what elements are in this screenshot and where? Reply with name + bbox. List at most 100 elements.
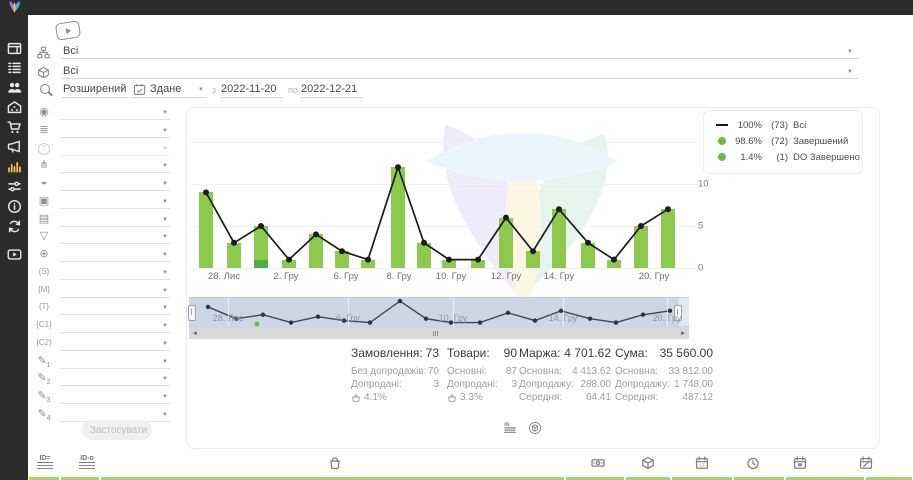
stat-subrow: Допродані:3 [351,378,439,391]
filter-product-select[interactable]: ▼ [60,193,170,209]
legend-dot-icon [718,153,726,161]
bar-completed [417,243,431,268]
stat-col-sum: Сума:35 560.00Основна:33 812.00Допродажу… [615,346,713,404]
filter-utm-c2-select[interactable]: ▼ [60,335,170,351]
bar-do-completed [254,260,268,268]
order-status-select-line[interactable] [62,43,858,59]
x-axis-tick: 20. Гру [639,271,669,282]
info-icon [7,199,22,214]
scroll-right-icon[interactable]: ▸ [677,328,689,339]
bar-completed [499,218,513,268]
column-underline [626,477,670,480]
chevron-down-icon: ▼ [162,163,168,169]
filter-custom-2-icon: ✎2 [36,371,52,386]
video-tutorial-icon[interactable] [55,20,81,41]
analytics-icon [7,159,22,174]
column-underline [734,477,784,480]
legend-item[interactable]: 1.4%(1)DO Завершено [714,151,860,163]
nav-orders[interactable] [7,60,22,75]
chevron-down-icon: ▼ [162,376,168,382]
legend-item[interactable]: 100%(73)Всі [714,119,806,131]
stat-col-margin: Маржа:4 701.62Основна:4 413.62Допродажу:… [519,346,611,404]
nav-automation[interactable] [7,179,22,194]
filter-utm-term-select[interactable]: ▼ [60,299,170,315]
chevron-down-icon: ▼ [162,181,168,187]
nav-marketing[interactable] [7,139,22,154]
filter-source: ◉▼ [30,104,178,121]
play-icon [66,27,72,34]
filter-custom-1-select[interactable]: ▼ [60,353,170,369]
nav-info[interactable] [7,199,22,214]
col-id-order[interactable]: ID-o [79,455,95,469]
navigator-tick: 6. Гру [336,313,360,323]
orders-list-icon [7,60,22,75]
stat-col-products: Товари:90Основні:87Допродані:33.3% [447,346,517,404]
scrollbar-grip[interactable] [433,331,438,336]
filter-status: ≣▼ [30,122,178,139]
apply-button[interactable]: Застосувати [82,420,152,440]
warehouse-icon [7,100,22,115]
filter-custom-2-select[interactable]: ▼ [60,370,170,386]
bar-completed [335,251,349,268]
x-axis-tick: 8. Гру [386,271,411,282]
filter-utm-c1-select[interactable]: ▼ [60,317,170,333]
orders-report-toggle[interactable] [503,421,517,435]
filter-payment-select[interactable]: ▼ [60,211,170,227]
navigator-scrollbar[interactable]: ◂ ▸ [189,328,689,339]
chevron-down-icon: ▼ [162,234,168,240]
filter-custom-3: ✎3▼ [30,388,178,405]
chevron-down-icon[interactable]: ▼ [847,69,853,75]
nav-warehouse[interactable] [7,100,22,115]
col-date-packed[interactable] [793,456,807,470]
filter-custom-3-select[interactable]: ▼ [60,388,170,404]
col-payment[interactable] [591,456,605,470]
filter-payment-icon: ▤ [36,212,52,225]
products-report-toggle[interactable] [528,421,542,435]
nav-shop[interactable] [7,120,22,135]
clients-icon [7,80,22,95]
chevron-down-icon[interactable]: ▼ [847,49,853,55]
col-delivery[interactable] [641,456,655,470]
filter-status-select[interactable]: ▼ [60,122,170,138]
filter-status-icon: ≣ [36,123,52,136]
col-id[interactable]: ID= [37,455,53,469]
col-date-created[interactable]: 17 [695,456,709,470]
filter-utm-c1: {C1}▼ [30,317,178,334]
scroll-left-icon[interactable]: ◂ [189,328,201,339]
filter-utm-source-select[interactable]: ▼ [60,264,170,280]
nav-dashboard[interactable] [7,41,22,56]
column-underline [786,477,864,480]
app-logo-icon[interactable] [7,0,22,15]
navigator-left-handle[interactable] [188,305,196,321]
basket-icon [351,393,361,403]
filter-utm-medium-select[interactable]: ▼ [60,282,170,298]
legend-item[interactable]: 98.6%(72)Завершений [714,135,848,147]
stat-subrow: Допродані:3 [447,378,517,391]
col-products[interactable] [328,456,342,470]
bar-completed [471,260,485,268]
nav-analytics[interactable] [7,159,22,174]
bar-completed [199,192,213,268]
chevron-down-icon: ▼ [162,341,168,347]
product-select-line[interactable] [62,63,858,79]
filter-source-select[interactable]: ▼ [60,104,170,120]
sliders-icon [7,179,22,194]
bar-completed [661,209,675,268]
filter-site-select[interactable]: ▼ [60,246,170,262]
nav-clients[interactable] [7,80,22,95]
col-time[interactable] [746,456,760,470]
filter-structure-select[interactable]: ▼ [60,157,170,173]
bar-completed [391,167,405,268]
filter-unknown-select[interactable]: ▼ [60,140,170,156]
filter-product-icon: ▣ [36,194,52,207]
filter-unknown-icon: ? [36,141,52,155]
dashboard-icon [7,41,22,56]
filter-utm-term: {T}▼ [30,299,178,316]
filter-funnel-select[interactable]: ▼ [60,228,170,244]
col-date-edited[interactable] [859,456,873,470]
products-total: 90 [504,346,517,360]
filter-manager-select[interactable]: ▼ [60,175,170,191]
product-box-icon [37,66,50,79]
nav-sync[interactable] [7,219,22,234]
nav-video[interactable] [7,247,22,262]
